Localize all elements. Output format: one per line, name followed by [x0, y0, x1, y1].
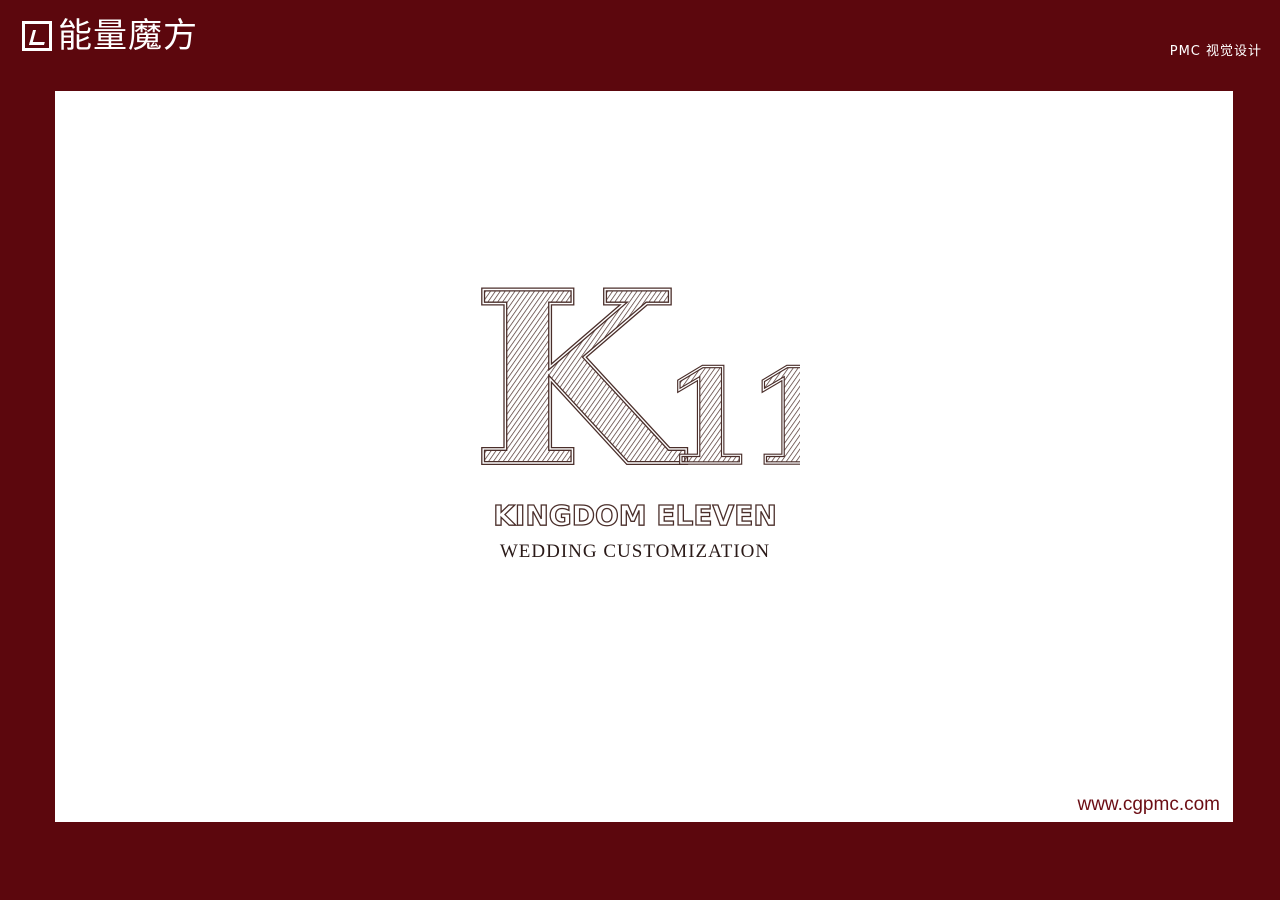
brand-logo-text: 能量魔方 [58, 16, 198, 56]
brand-name: KINGDOM ELEVEN [493, 498, 778, 532]
k11-logo-mark: K K 11 11 [470, 285, 800, 475]
svg-text:K: K [472, 285, 687, 475]
eleven-number: 11 11 [661, 339, 800, 475]
tagline: WEDDING CUSTOMIZATION [499, 541, 771, 562]
k-letter: K K [470, 285, 689, 475]
pmc-design-tag: PMC 视觉设计 [1169, 44, 1262, 59]
brand-mark-icon [22, 21, 52, 51]
svg-text:11: 11 [663, 341, 800, 475]
logo-canvas: K K 11 11 KINGDOM ELEVEN WEDDING CUSTOMI… [55, 91, 1233, 822]
website-url: www.cgpmc.com [1077, 794, 1220, 815]
brand-logo: 能量魔方 [22, 14, 198, 58]
